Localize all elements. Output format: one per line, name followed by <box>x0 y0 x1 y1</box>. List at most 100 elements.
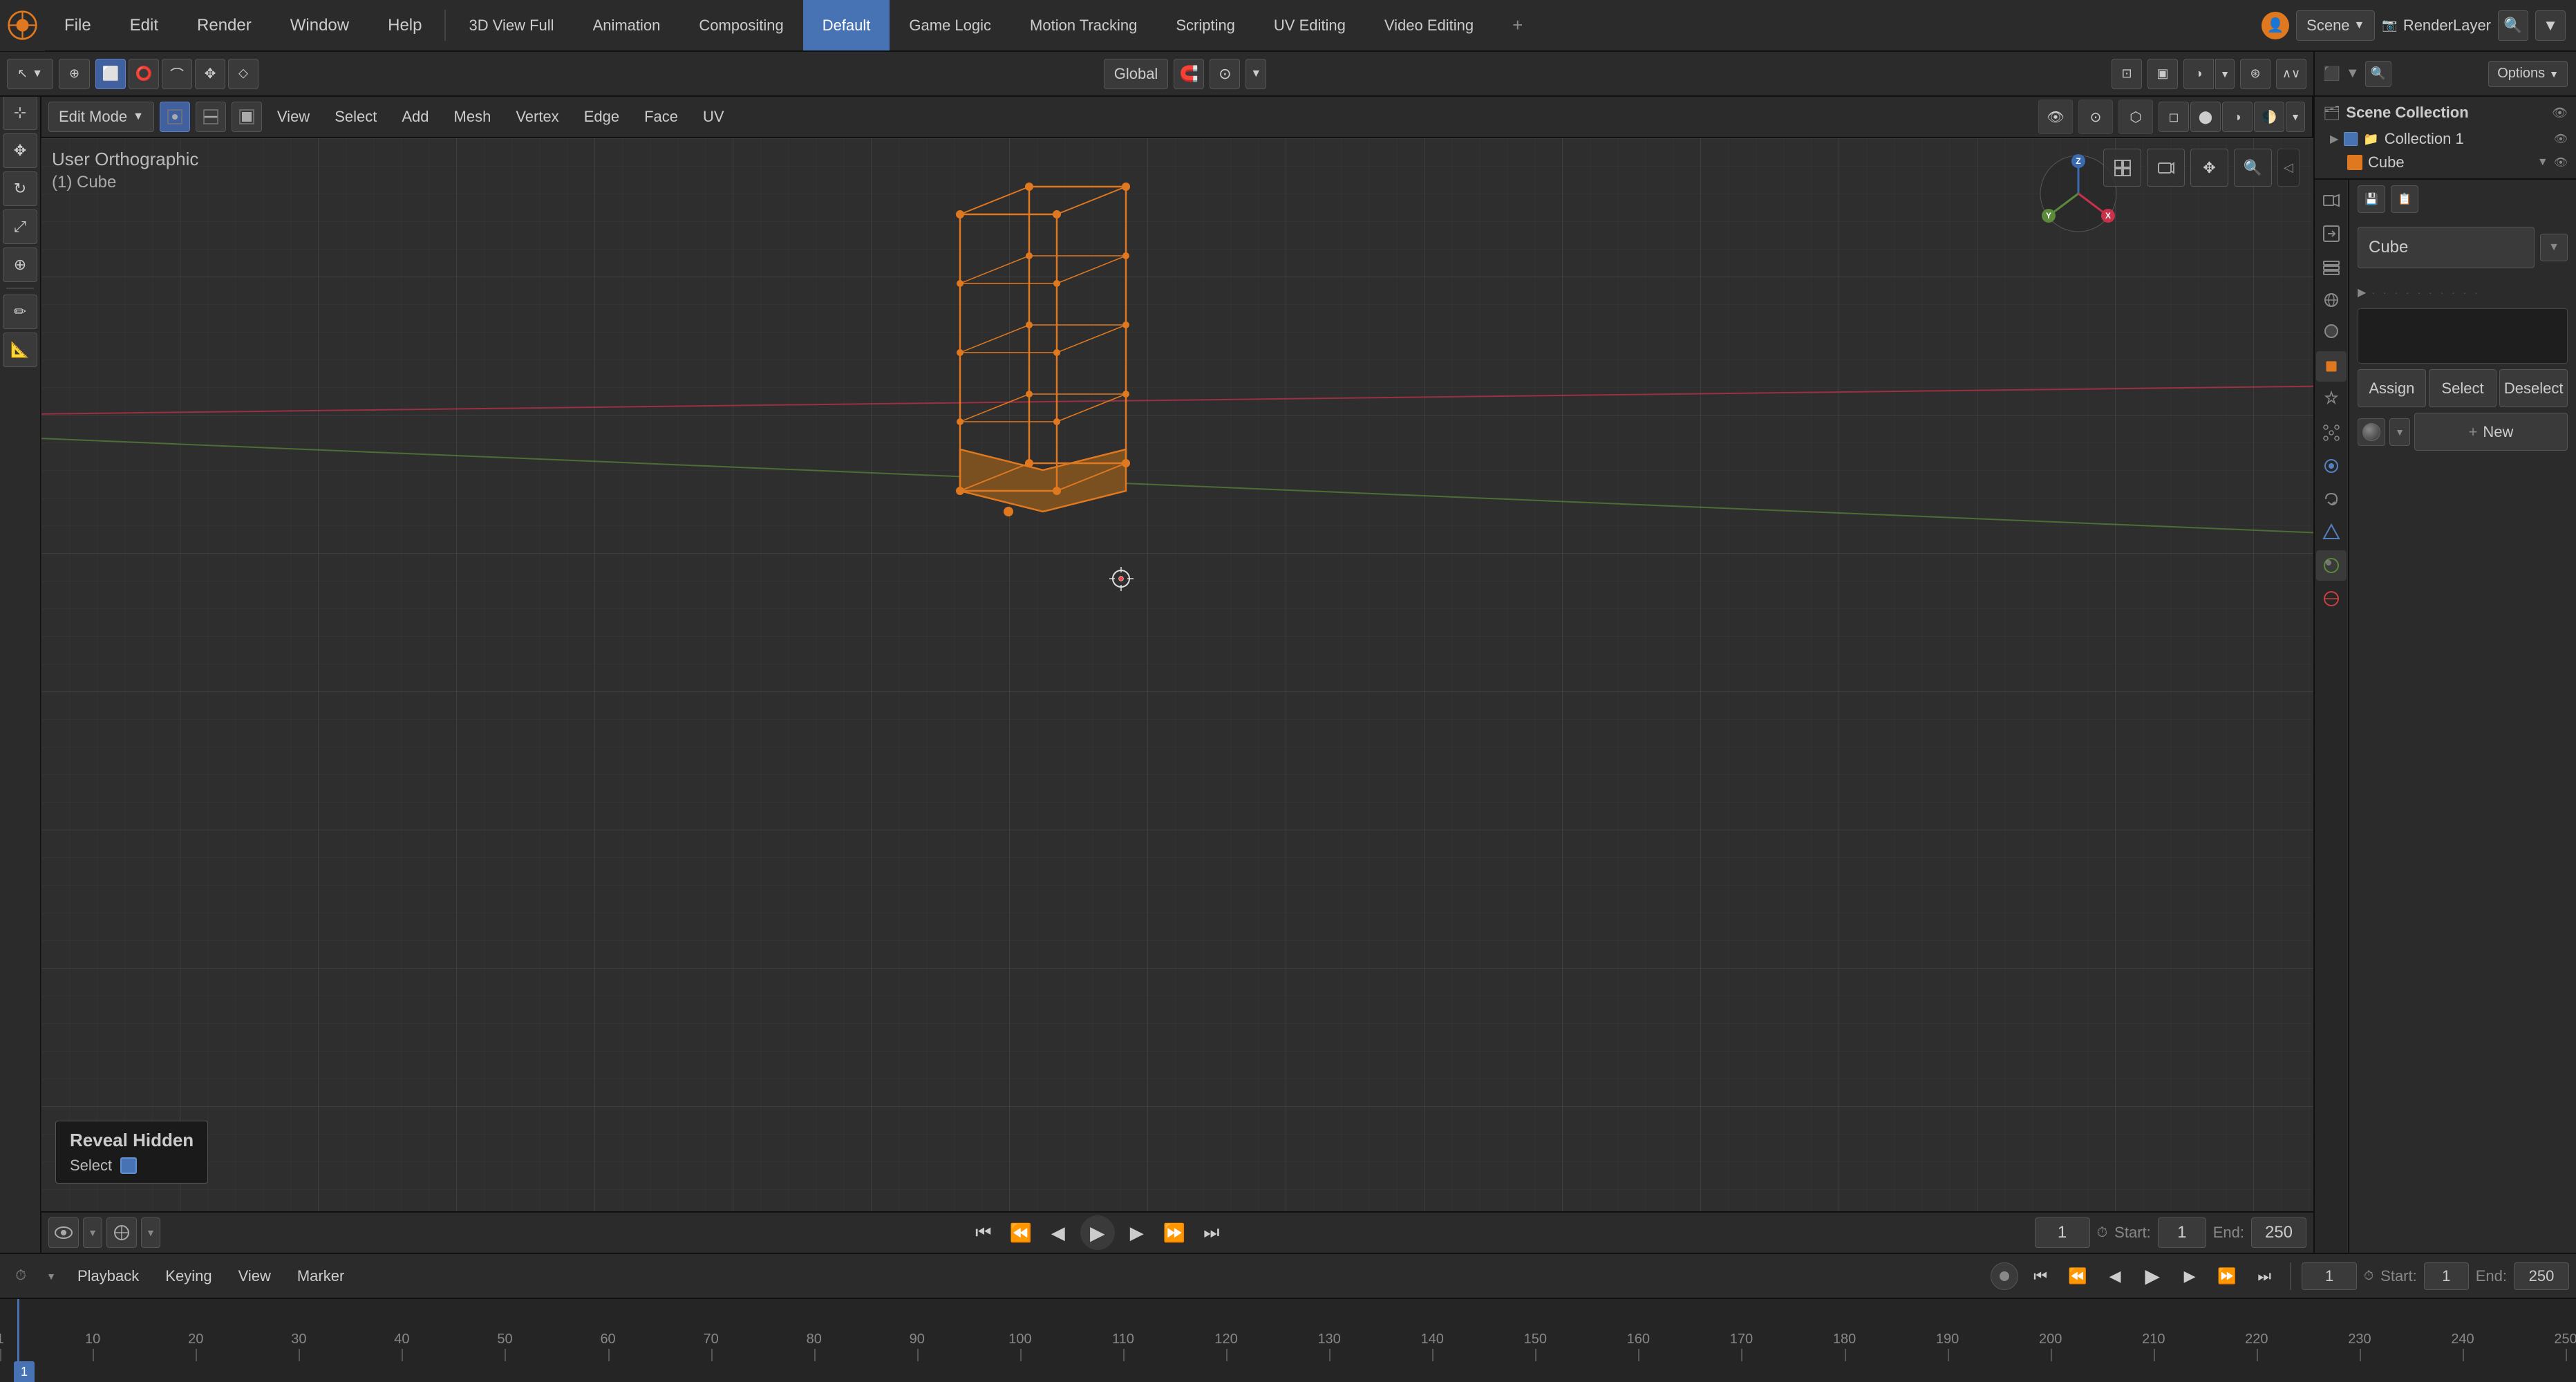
wireframe-mode-btn[interactable]: ◻ <box>2159 102 2189 132</box>
playback-menu[interactable]: Playback <box>68 1261 149 1291</box>
tab-world[interactable] <box>2316 318 2347 348</box>
workspace-animation[interactable]: Animation <box>574 0 680 50</box>
vp-menu-mesh[interactable]: Mesh <box>444 102 501 132</box>
material-dropdown-btn[interactable]: ▼ <box>2389 418 2410 446</box>
rendered-mode-btn[interactable]: 🌓 <box>2254 102 2284 132</box>
menu-edit[interactable]: Edit <box>111 0 178 50</box>
vp-menu-view[interactable]: View <box>267 102 319 132</box>
scene-view-dropdown[interactable]: ▼ <box>2346 66 2360 82</box>
gizmo-btn[interactable]: ∧∨ <box>2276 59 2306 89</box>
xray-btn[interactable]: ⊡ <box>2112 59 2142 89</box>
overlay-dropdown[interactable]: ▼ <box>83 1217 102 1248</box>
face-select-btn[interactable] <box>232 102 262 132</box>
collection1-expand[interactable]: ▶ <box>2330 132 2338 146</box>
filter-icon-btn[interactable]: ▼ <box>2535 10 2566 41</box>
menu-help[interactable]: Help <box>368 0 441 50</box>
timeline-mode-dropdown[interactable]: ▼ <box>41 1262 61 1290</box>
tl-start-input[interactable]: 1 <box>2424 1262 2469 1290</box>
tab-material[interactable] <box>2316 550 2347 581</box>
snap-grid-btn[interactable] <box>106 1217 137 1248</box>
looksdev-mode-btn[interactable]: ◑ <box>2222 102 2253 132</box>
vp-camera-btn[interactable] <box>2147 149 2185 187</box>
overlay-btn[interactable]: ⊛ <box>2240 59 2271 89</box>
tab-render[interactable] <box>2316 185 2347 216</box>
vp-menu-face[interactable]: Face <box>634 102 688 132</box>
tl-end-input[interactable]: 250 <box>2514 1262 2569 1290</box>
vp-zoom-btn[interactable]: 🔍 <box>2234 149 2272 187</box>
filter-scene-btn[interactable]: 🔍 <box>2365 61 2391 87</box>
object-name-display[interactable]: Cube <box>2358 227 2535 268</box>
shading-dropdown[interactable]: ▼ <box>2215 59 2235 89</box>
tab-physics[interactable] <box>2316 451 2347 481</box>
tab-modifier[interactable] <box>2316 384 2347 415</box>
tl-next[interactable]: ⏩ <box>2212 1261 2242 1291</box>
frame-jump-end[interactable]: ⏭ <box>1196 1217 1227 1248</box>
select-extra-btn[interactable]: ⬦ <box>228 59 258 89</box>
workspace-gamelogic[interactable]: Game Logic <box>890 0 1010 50</box>
viewport-xray-btn[interactable]: ⬡ <box>2118 100 2153 134</box>
vp-menu-uv[interactable]: UV <box>693 102 734 132</box>
snap-dropdown2[interactable]: ▼ <box>141 1217 160 1248</box>
play-btn[interactable]: ▶ <box>1080 1215 1115 1250</box>
tab-data[interactable] <box>2316 517 2347 548</box>
wireframe-btn[interactable]: ▣ <box>2147 59 2178 89</box>
tab-scene[interactable] <box>2316 285 2347 315</box>
tab-particles[interactable] <box>2316 418 2347 448</box>
tool-move[interactable]: ✥ <box>3 133 37 168</box>
keying-menu[interactable]: Keying <box>156 1261 221 1291</box>
scene-collection-eye[interactable]: 👁 <box>2552 106 2568 120</box>
vp-menu-edge[interactable]: Edge <box>574 102 629 132</box>
view-menu[interactable]: View <box>229 1261 281 1291</box>
tab-output[interactable] <box>2316 218 2347 249</box>
tool-scale[interactable]: ⤢ <box>3 209 37 244</box>
menu-file[interactable]: File <box>45 0 111 50</box>
select-tweak-btn[interactable]: ✥ <box>195 59 225 89</box>
tl-prev-step[interactable]: ◀ <box>2100 1261 2130 1291</box>
edge-select-btn[interactable] <box>196 102 226 132</box>
frame-next-step[interactable]: ▶ <box>1122 1217 1152 1248</box>
workspace-compositing[interactable]: Compositing <box>679 0 802 50</box>
shading-extra-dropdown[interactable]: ▼ <box>2286 102 2305 132</box>
vp-collapse-btn[interactable]: ◁ <box>2277 149 2300 187</box>
tool-transform[interactable]: ⊕ <box>3 248 37 282</box>
snap-dropdown[interactable]: Global <box>1104 59 1169 89</box>
deselect-mat-btn[interactable]: Deselect <box>2499 369 2568 407</box>
tl-jump-start[interactable]: ⏮ <box>2025 1261 2056 1291</box>
collection1-eye[interactable]: 👁 <box>2554 132 2568 146</box>
props-view-btn[interactable]: 📋 <box>2391 185 2418 213</box>
edit-mode-dropdown[interactable]: Edit Mode ▼ <box>48 102 154 132</box>
options-dropdown[interactable]: Options ▼ <box>2488 61 2568 87</box>
tl-next-step[interactable]: ▶ <box>2174 1261 2205 1291</box>
pivot-point-btn[interactable]: ⊕ <box>59 59 90 89</box>
new-material-btn[interactable]: + New <box>2414 413 2568 451</box>
select-mat-btn[interactable]: Select <box>2429 369 2497 407</box>
viewport-overlay-btn[interactable]: 👁 <box>2038 100 2073 134</box>
props-save-btn[interactable]: 💾 <box>2358 185 2385 213</box>
vert-select-btn[interactable] <box>160 102 190 132</box>
vp-grid-btn[interactable] <box>2103 149 2141 187</box>
tl-frame-display[interactable]: 1 <box>2302 1262 2357 1290</box>
cube-filter-btn[interactable]: ▼ <box>2540 234 2568 261</box>
menu-render[interactable]: Render <box>178 0 271 50</box>
mode-selector[interactable]: ↖ ▼ <box>7 59 53 89</box>
workspace-uvediting[interactable]: UV Editing <box>1254 0 1365 50</box>
tl-record-btn[interactable] <box>1991 1262 2018 1290</box>
material-sphere-selector[interactable] <box>2358 418 2385 446</box>
cube-row[interactable]: Cube ▼ 👁 <box>2323 151 2568 174</box>
search-btn[interactable]: 🔍 <box>2498 10 2528 41</box>
workspace-3dview[interactable]: 3D View Full <box>449 0 573 50</box>
workspace-scripting[interactable]: Scripting <box>1156 0 1254 50</box>
vp-menu-vertex[interactable]: Vertex <box>506 102 568 132</box>
workspace-default[interactable]: Default <box>803 0 890 50</box>
snap-magnet-btn[interactable]: 🧲 <box>1174 59 1204 89</box>
tool-annotate[interactable]: ✏ <box>3 295 37 329</box>
start-frame-input[interactable]: 1 <box>2158 1217 2206 1248</box>
frame-prev-step[interactable]: ◀ <box>1043 1217 1073 1248</box>
tab-constraint[interactable] <box>2316 484 2347 514</box>
vp-menu-add[interactable]: Add <box>392 102 438 132</box>
frame-prev[interactable]: ⏪ <box>1006 1217 1036 1248</box>
cube-eye[interactable]: 👁 <box>2554 156 2568 169</box>
tool-measure[interactable]: 📐 <box>3 333 37 367</box>
workspace-motiontracking[interactable]: Motion Tracking <box>1010 0 1156 50</box>
collection1-checkbox[interactable] <box>2344 132 2358 146</box>
